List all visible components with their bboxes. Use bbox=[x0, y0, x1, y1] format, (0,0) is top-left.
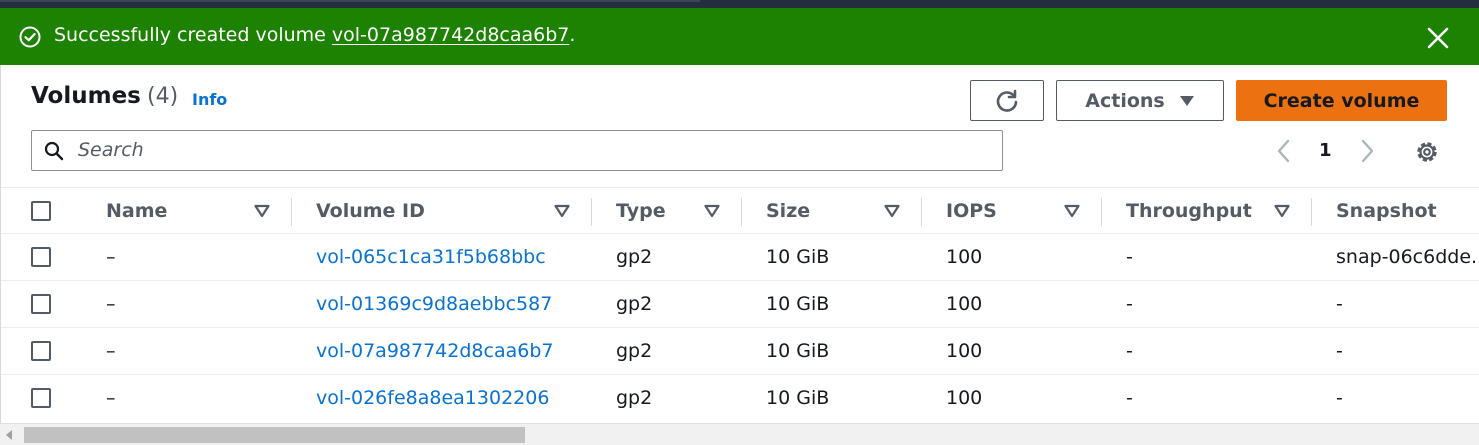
current-page[interactable]: 1 bbox=[1319, 140, 1332, 161]
row-checkbox[interactable] bbox=[31, 247, 51, 267]
column-separator[interactable] bbox=[591, 198, 592, 226]
cell-name: – bbox=[106, 387, 116, 409]
table-header: Name Volume ID Type Size IOPS Throughput… bbox=[1, 187, 1479, 234]
table-row[interactable]: – vol-07a987742d8caa6b7 gp2 10 GiB 100 -… bbox=[1, 328, 1479, 375]
row-checkbox[interactable] bbox=[31, 341, 51, 361]
cell-size: 10 GiB bbox=[766, 387, 830, 409]
volume-count: (4) bbox=[147, 84, 179, 109]
cell-iops: 100 bbox=[946, 246, 983, 268]
banner-message-prefix: Successfully created volume bbox=[54, 24, 332, 46]
cell-type: gp2 bbox=[616, 340, 653, 362]
top-strip bbox=[0, 0, 1479, 8]
cell-iops: 100 bbox=[946, 340, 983, 362]
cell-throughput: - bbox=[1126, 387, 1133, 409]
cell-snapshot: - bbox=[1336, 293, 1343, 315]
cell-snapshot: - bbox=[1336, 340, 1343, 362]
gear-icon[interactable] bbox=[1414, 139, 1440, 165]
actions-label: Actions bbox=[1085, 89, 1165, 112]
banner-message: Successfully created volume vol-07a98774… bbox=[54, 24, 575, 46]
search-input[interactable] bbox=[78, 137, 978, 163]
refresh-button[interactable] bbox=[970, 80, 1044, 121]
column-separator[interactable] bbox=[921, 198, 922, 226]
search-icon bbox=[44, 141, 64, 161]
cell-snapshot: - bbox=[1336, 387, 1343, 409]
column-header-name[interactable]: Name bbox=[106, 200, 167, 222]
banner-volume-link[interactable]: vol-07a987742d8caa6b7 bbox=[332, 24, 569, 46]
cell-snapshot: snap-06c6dde. bbox=[1336, 246, 1478, 268]
cell-type: gp2 bbox=[616, 246, 653, 268]
cell-volume-id-link[interactable]: vol-01369c9d8aebbc587 bbox=[316, 293, 552, 315]
create-volume-button[interactable]: Create volume bbox=[1236, 80, 1447, 121]
cell-iops: 100 bbox=[946, 387, 983, 409]
column-header-type[interactable]: Type bbox=[616, 200, 666, 222]
actions-dropdown[interactable]: Actions bbox=[1056, 80, 1224, 121]
sort-icon[interactable] bbox=[1064, 204, 1080, 218]
column-separator[interactable] bbox=[1101, 198, 1102, 226]
sort-icon[interactable] bbox=[1274, 204, 1290, 218]
table-row[interactable]: – vol-026fe8a8ea1302206 gp2 10 GiB 100 -… bbox=[1, 375, 1479, 422]
cell-throughput: - bbox=[1126, 340, 1133, 362]
banner-message-suffix: . bbox=[569, 24, 576, 46]
row-checkbox[interactable] bbox=[31, 294, 51, 314]
cell-iops: 100 bbox=[946, 293, 983, 315]
scroll-left-arrow-icon[interactable] bbox=[6, 430, 12, 440]
column-separator[interactable] bbox=[741, 198, 742, 226]
column-header-throughput[interactable]: Throughput bbox=[1126, 200, 1252, 222]
refresh-icon bbox=[996, 89, 1018, 112]
cell-volume-id-link[interactable]: vol-07a987742d8caa6b7 bbox=[316, 340, 553, 362]
cell-type: gp2 bbox=[616, 293, 653, 315]
close-icon[interactable] bbox=[1424, 25, 1452, 51]
column-separator[interactable] bbox=[1311, 198, 1312, 226]
chevron-left-icon[interactable] bbox=[1273, 137, 1295, 165]
column-header-snapshot[interactable]: Snapshot bbox=[1336, 200, 1437, 222]
sort-icon[interactable] bbox=[704, 204, 720, 218]
cell-throughput: - bbox=[1126, 293, 1133, 315]
cell-name: – bbox=[106, 340, 116, 362]
scrollbar-thumb[interactable] bbox=[24, 427, 525, 443]
top-strip-highlight bbox=[0, 0, 700, 2]
cell-size: 10 GiB bbox=[766, 340, 830, 362]
cell-name: – bbox=[106, 246, 116, 268]
info-link[interactable]: Info bbox=[192, 90, 227, 109]
chevron-right-icon[interactable] bbox=[1356, 137, 1378, 165]
sort-icon[interactable] bbox=[554, 204, 570, 218]
caret-down-icon bbox=[1179, 95, 1194, 106]
row-checkbox[interactable] bbox=[31, 388, 51, 408]
success-banner: Successfully created volume vol-07a98774… bbox=[0, 8, 1479, 65]
column-header-size[interactable]: Size bbox=[766, 200, 810, 222]
search-box bbox=[31, 130, 1003, 171]
cell-throughput: - bbox=[1126, 246, 1133, 268]
sort-icon[interactable] bbox=[884, 204, 900, 218]
column-header-volume-id[interactable]: Volume ID bbox=[316, 200, 425, 222]
volumes-panel: Volumes (4) Info Actions Create volume 1 bbox=[0, 65, 1479, 445]
sort-icon[interactable] bbox=[254, 204, 270, 218]
cell-size: 10 GiB bbox=[766, 293, 830, 315]
cell-type: gp2 bbox=[616, 387, 653, 409]
page-title: Volumes bbox=[31, 83, 141, 109]
table-row[interactable]: – vol-065c1ca31f5b68bbc gp2 10 GiB 100 -… bbox=[1, 234, 1479, 281]
cell-volume-id-link[interactable]: vol-065c1ca31f5b68bbc bbox=[316, 246, 546, 268]
cell-name: – bbox=[106, 293, 116, 315]
cell-volume-id-link[interactable]: vol-026fe8a8ea1302206 bbox=[316, 387, 549, 409]
check-circle-icon bbox=[19, 26, 41, 48]
table-row[interactable]: – vol-01369c9d8aebbc587 gp2 10 GiB 100 -… bbox=[1, 281, 1479, 328]
cell-size: 10 GiB bbox=[766, 246, 830, 268]
column-header-iops[interactable]: IOPS bbox=[946, 200, 997, 222]
select-all-checkbox[interactable] bbox=[31, 201, 51, 221]
column-separator[interactable] bbox=[291, 198, 292, 226]
horizontal-scrollbar[interactable] bbox=[0, 423, 1479, 445]
